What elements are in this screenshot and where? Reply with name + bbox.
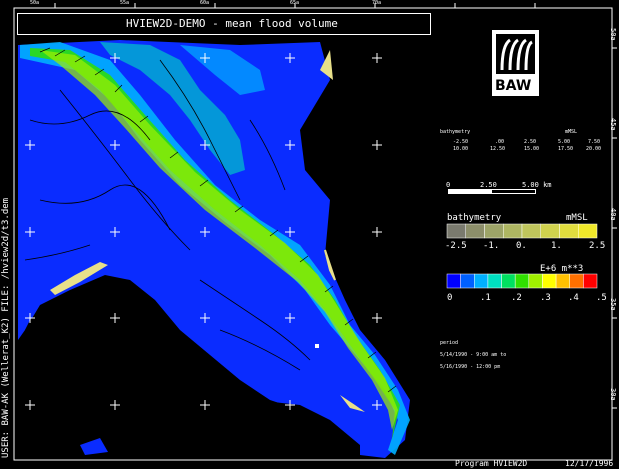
scale-label: 2.50: [480, 181, 497, 189]
bathymetry-swatch: [484, 223, 504, 239]
bathymetry-swatch: [446, 223, 466, 239]
bathy-legend-label: 1.: [551, 241, 562, 251]
volume-legend-label: 0: [447, 293, 453, 303]
scale-label: 5.00 km: [522, 181, 552, 189]
map-water: [18, 40, 410, 458]
volume-swatch: [460, 273, 475, 289]
footer-program: Program HVIEW2D: [455, 459, 528, 468]
bathy-legend-label: 2.5: [589, 241, 606, 251]
bathy-legend-label: 0.: [516, 241, 527, 251]
top-tick-label: 50a: [30, 0, 40, 6]
bathy-legend-unit: mMSL: [566, 213, 588, 223]
period-start: 5/14/1990 - 9:00 am to: [440, 352, 507, 358]
volume-swatch: [528, 273, 543, 289]
bathy-table-cell: 20.00: [586, 146, 602, 152]
bathy-table-cell: 15.00: [524, 146, 540, 152]
bathy-table-cell: 7.50: [588, 139, 601, 145]
bathymetry-swatch: [540, 223, 560, 239]
top-tick-label: 60a: [200, 0, 210, 6]
top-tick-label: 70a: [372, 0, 382, 6]
bathy-legend-label: -2.5: [445, 241, 467, 251]
bathy-table-unit: mMSL: [565, 129, 578, 135]
right-tick-label: 40a: [609, 208, 617, 221]
bathy-table-cell: 10.00: [453, 146, 469, 152]
volume-swatch: [569, 273, 584, 289]
right-tick-label: 45a: [609, 118, 617, 131]
volume-swatch: [542, 273, 557, 289]
bathy-table-cell: -2.50: [453, 139, 469, 145]
bathy-table-cell: 12.50: [490, 146, 506, 152]
bathymetry-swatch: [465, 223, 485, 239]
bathy-table-cell: 2.50: [524, 139, 537, 145]
volume-swatch: [555, 273, 570, 289]
bathymetry-swatch: [521, 223, 541, 239]
map-title: HVIEW2D-DEMO - mean flood volume: [126, 17, 338, 30]
volume-swatch: [487, 273, 502, 289]
bathy-legend-label: -1.: [483, 241, 500, 251]
volume-swatch: [514, 273, 530, 289]
volume-legend-label: .1: [480, 293, 491, 303]
volume-colorbar: [446, 273, 598, 289]
bathy-table-header: bathymetry: [440, 129, 471, 135]
title-box: HVIEW2D-DEMO - mean flood volume: [17, 13, 431, 35]
plot-frame: [13, 3, 617, 461]
volume-legend-unit: E+6 m**3: [540, 264, 584, 274]
user-file-info: USER: BAW-AK (Wellerat_K2) FILE: /hview2…: [1, 197, 11, 458]
logo-text: BAW: [495, 78, 532, 94]
top-tick-label: 65a: [290, 0, 300, 6]
top-tick-label: 55a: [120, 0, 130, 6]
volume-legend-label: .4: [568, 293, 579, 303]
volume-swatch: [446, 273, 461, 289]
bathy-table-cell: 17.50: [558, 146, 574, 152]
bathy-table-cell: 5.00: [558, 139, 571, 145]
right-tick-label: 30a: [609, 388, 617, 401]
period-label: period: [440, 340, 459, 346]
bathymetry-swatch: [578, 223, 598, 239]
bathy-legend-title: bathymetry: [447, 213, 502, 223]
bathymetry-swatch: [503, 223, 523, 239]
scale-label: 0: [446, 181, 451, 189]
volume-swatch: [583, 273, 598, 289]
volume-swatch: [474, 273, 489, 289]
footer-date: 12/17/1996: [565, 459, 614, 468]
right-tick-label: 50a: [609, 28, 617, 41]
period-end: 5/16/1990 - 12:00 pm: [440, 364, 501, 370]
volume-legend-label: .2: [511, 293, 522, 303]
bathymetry-colorbar: [446, 223, 598, 239]
right-tick-label: 35a: [609, 298, 617, 311]
volume-legend-label: .3: [540, 293, 551, 303]
bathymetry-swatch: [559, 223, 579, 239]
volume-swatch: [501, 273, 516, 289]
bathy-table-cell: .00: [495, 139, 505, 145]
volume-legend-label: .5: [596, 293, 607, 303]
